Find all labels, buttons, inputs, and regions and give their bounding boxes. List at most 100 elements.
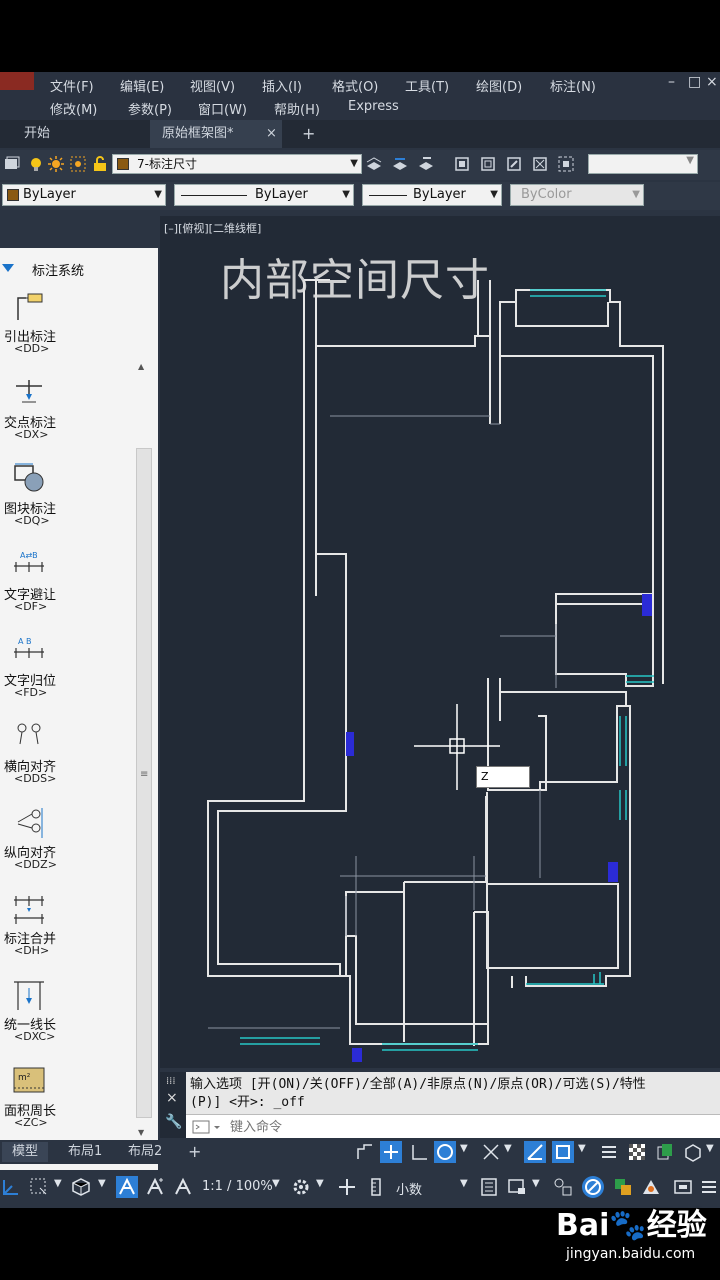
menu-file[interactable]: 文件(F) [50, 76, 94, 95]
ungroup-icon[interactable] [480, 156, 496, 172]
close-icon[interactable]: × [166, 1090, 178, 1106]
color-dropdown[interactable]: ByLayer ▼ [2, 184, 166, 206]
annotation-scale-icon[interactable] [172, 1176, 194, 1198]
linetype-dropdown[interactable]: ByLayer ▼ [174, 184, 354, 206]
tool-vertical-align[interactable]: 纵向对齐 <DDZ> [0, 804, 134, 890]
units-icon[interactable] [366, 1176, 388, 1198]
menu-window[interactable]: 窗口(W) [198, 99, 247, 118]
tool-horizontal-align[interactable]: 横向对齐 <DDS> [0, 718, 134, 804]
menu-help[interactable]: 帮助(H) [274, 99, 320, 118]
ucs-icon[interactable] [0, 1176, 22, 1198]
menu-dimension[interactable]: 标注(N) [550, 76, 596, 95]
group-selection-icon[interactable] [532, 156, 548, 172]
make-current-layer-icon[interactable] [366, 156, 382, 172]
chevron-down-icon[interactable]: ▼ [706, 1143, 714, 1154]
annotation-visibility-icon[interactable] [116, 1176, 138, 1198]
close-tab-icon[interactable]: × [266, 120, 277, 148]
light-bulb-icon[interactable] [28, 156, 44, 172]
chevron-down-icon[interactable]: ▼ [504, 1143, 512, 1154]
lock-ui-icon[interactable] [506, 1176, 528, 1198]
tool-leader-dimension[interactable]: 引出标注 <DD> [0, 288, 134, 374]
menu-format[interactable]: 格式(O) [332, 76, 378, 95]
units-value[interactable]: 小数 [396, 1179, 422, 1198]
add-layout-button[interactable]: + [178, 1142, 211, 1162]
tool-merge-dimension[interactable]: 标注合并 <DH> [0, 890, 134, 976]
chevron-down-icon[interactable]: ▼ [272, 1178, 280, 1189]
clean-screen-icon[interactable] [612, 1176, 634, 1198]
menu-draw[interactable]: 绘图(D) [476, 76, 522, 95]
tab-drawing[interactable]: 原始框架图* [150, 120, 282, 148]
menu-edit[interactable]: 编辑(E) [120, 76, 164, 95]
chevron-down-icon[interactable]: ▼ [532, 1178, 540, 1189]
hardware-acceleration-icon[interactable] [582, 1176, 604, 1198]
scroll-down-icon[interactable]: ▼ [138, 1128, 144, 1137]
app-logo[interactable] [0, 72, 34, 90]
hamburger-menu-icon[interactable] [698, 1176, 720, 1198]
ortho-mode-icon[interactable] [408, 1141, 430, 1163]
tool-text-reset[interactable]: A B 文字归位 <FD> [0, 632, 134, 718]
chevron-down-icon[interactable]: ▼ [578, 1143, 586, 1154]
chevron-down-icon[interactable]: ▼ [98, 1178, 106, 1189]
palette-header[interactable]: 标注系统 [0, 254, 158, 279]
3d-osnap-icon[interactable] [682, 1141, 704, 1163]
layer-dropdown[interactable]: 7-标注尺寸 ▼ [112, 154, 362, 174]
tool-unify-line-length[interactable]: 统一线长 <DXC> [0, 976, 134, 1062]
tab-layout1[interactable]: 布局1 [58, 1142, 112, 1162]
minimize-button[interactable]: – [668, 74, 675, 90]
palette-scrollbar[interactable]: ▲ ≡ ▼ [134, 288, 152, 1148]
collapse-triangle-icon[interactable] [2, 264, 14, 272]
dynamic-input-box[interactable]: Z [476, 766, 530, 788]
grid-display-icon[interactable] [354, 1141, 376, 1163]
scroll-up-icon[interactable]: ▲ [138, 362, 144, 371]
wrench-icon[interactable]: 🔧 [165, 1114, 182, 1130]
lineweight-display-icon[interactable] [598, 1141, 620, 1163]
restore-button[interactable]: □ [688, 74, 701, 90]
quick-properties-icon[interactable] [478, 1176, 500, 1198]
tool-area-perimeter[interactable]: m² 面积周长 <ZC> [0, 1062, 134, 1148]
group-bounding-box-icon[interactable] [558, 156, 574, 172]
chevron-down-icon[interactable]: ▼ [316, 1178, 324, 1189]
viewport-controls-label[interactable]: [–][俯视][二维线框] [164, 220, 261, 236]
group-icon[interactable] [454, 156, 470, 172]
gear-icon[interactable] [290, 1176, 312, 1198]
object-snap-tracking-icon[interactable] [524, 1141, 546, 1163]
layer-previous-icon[interactable] [418, 156, 434, 172]
chevron-down-icon[interactable]: ▼ [460, 1178, 468, 1189]
menu-parameter[interactable]: 参数(P) [128, 99, 172, 118]
selection-cycling-icon[interactable] [654, 1141, 676, 1163]
auto-scale-icon[interactable] [144, 1176, 166, 1198]
tool-intersection-dimension[interactable]: 交点标注 <DX> [0, 374, 134, 460]
dynamic-ucs-icon[interactable] [28, 1176, 50, 1198]
menu-modify[interactable]: 修改(M) [50, 99, 97, 118]
plus-icon[interactable] [336, 1176, 358, 1198]
command-prompt-icon[interactable] [192, 1119, 222, 1135]
unlock-icon[interactable] [92, 156, 108, 172]
tab-layout2[interactable]: 布局2 [118, 1142, 172, 1162]
isometric-view-icon[interactable] [70, 1176, 92, 1198]
fullscreen-icon[interactable] [672, 1176, 694, 1198]
workspace-icon[interactable] [640, 1176, 662, 1198]
isolate-objects-icon[interactable] [552, 1176, 574, 1198]
menu-view[interactable]: 视图(V) [190, 76, 235, 95]
menu-insert[interactable]: 插入(I) [262, 76, 302, 95]
group-edit-icon[interactable] [506, 156, 522, 172]
tab-model[interactable]: 模型 [2, 1142, 49, 1162]
transparency-icon[interactable] [626, 1141, 648, 1163]
isodraft-icon[interactable] [480, 1141, 502, 1163]
tool-block-dimension[interactable]: 图块标注 <DQ> [0, 460, 134, 546]
annotation-scale-value[interactable]: 1:1 / 100% [202, 1179, 273, 1194]
group-dropdown[interactable]: ▼ [588, 154, 698, 174]
model-space-canvas[interactable]: [–][俯视][二维线框] 内部空间尺寸 Z [160, 216, 720, 1068]
new-tab-button[interactable]: + [302, 120, 315, 148]
layer-match-icon[interactable] [392, 156, 408, 172]
sun-freeze-icon[interactable] [48, 156, 64, 172]
tool-text-avoid[interactable]: A⇄B 文字避让 <DF> [0, 546, 134, 632]
layer-properties-icon[interactable] [4, 156, 20, 172]
snap-mode-icon[interactable] [380, 1141, 402, 1163]
menu-tools[interactable]: 工具(T) [405, 76, 449, 95]
chevron-down-icon[interactable]: ▼ [54, 1178, 62, 1189]
tab-start[interactable]: 开始 [24, 120, 50, 148]
viewport-freeze-icon[interactable] [70, 156, 86, 172]
command-input[interactable] [230, 1117, 710, 1137]
grip-dots-icon[interactable]: ⁞⁞⁞ [166, 1076, 176, 1087]
